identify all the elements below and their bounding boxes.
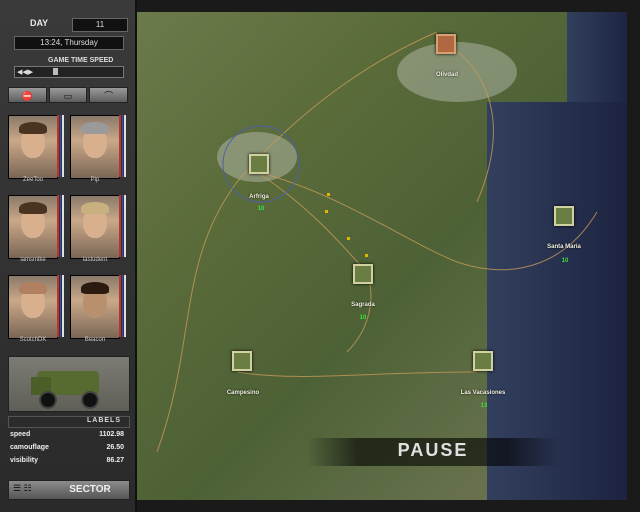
pause-banner[interactable]: PAUSE — [307, 438, 559, 466]
merc-status-bars — [119, 115, 127, 177]
time-display: 13:24, Thursday — [14, 36, 124, 50]
stat-row: visibility 86.27 — [8, 455, 128, 467]
day-label: DAY — [30, 18, 49, 28]
town-marker[interactable] — [554, 206, 574, 226]
road-network — [156, 31, 598, 453]
sector-button[interactable]: SECTOR — [53, 481, 127, 499]
vehicle-view[interactable] — [8, 356, 130, 412]
speed-label: GAME TIME SPEED — [48, 57, 114, 64]
merc-name: Beacon — [84, 337, 106, 343]
speed-thumb[interactable] — [53, 68, 58, 75]
sleep-alt-icon: ⌒ — [104, 91, 114, 101]
merc-card[interactable]: ZeeToo — [8, 115, 65, 185]
route-waypoint — [347, 237, 350, 240]
merc-card[interactable]: Beacon — [70, 275, 127, 345]
stat-name: camouflage — [10, 444, 49, 451]
labels-header[interactable]: LABELS — [8, 416, 130, 428]
route-waypoint — [325, 210, 328, 213]
merc-status-bars — [57, 115, 65, 177]
stat-row: speed 1102.98 — [8, 429, 128, 441]
town-label: Arfriga — [249, 194, 269, 200]
stat-name: speed — [10, 431, 31, 438]
town-label: Campesino — [226, 390, 260, 396]
merc-name: Pip — [90, 177, 100, 183]
town-value: 10 — [561, 258, 569, 264]
route-waypoint — [327, 193, 330, 196]
town-label: Sagrada — [351, 302, 375, 308]
merc-portrait[interactable] — [70, 115, 120, 179]
merc-portrait[interactable] — [70, 275, 120, 339]
route-waypoint — [365, 254, 368, 257]
stop-icon: ⛔ — [21, 91, 33, 101]
stop-button[interactable]: ⛔ — [8, 87, 47, 103]
merc-portrait[interactable] — [8, 115, 58, 179]
merc-status-bars — [57, 195, 65, 257]
merc-name: iastudent — [82, 257, 108, 263]
town-value: 10 — [257, 206, 265, 212]
sleep-button[interactable]: ▭ — [48, 87, 88, 103]
merc-card[interactable]: iastudent — [70, 195, 127, 265]
wheel-icon — [39, 391, 57, 409]
town-marker[interactable] — [436, 34, 456, 54]
left-panel: DAY 11 13:24, Thursday GAME TIME SPEED ◀… — [0, 0, 137, 512]
town-marker[interactable] — [249, 154, 269, 174]
wake-button[interactable]: ⌒ — [89, 87, 129, 103]
town-label: Las Vacasiones — [460, 390, 506, 396]
town-marker[interactable] — [473, 351, 493, 371]
merc-portrait[interactable] — [8, 275, 58, 339]
stat-row: camouflage 26.50 — [8, 442, 128, 454]
town-value: 13 — [480, 403, 488, 409]
merc-status-bars — [57, 275, 65, 337]
merc-card[interactable]: ScotchDK — [8, 275, 65, 345]
sleep-icon: ▭ — [63, 91, 73, 101]
town-label: Olivdad — [435, 72, 459, 78]
merc-name: ScotchDK — [19, 337, 47, 343]
town-marker[interactable] — [232, 351, 252, 371]
speed-arrows-icon[interactable]: ◀◀▶ — [17, 68, 33, 76]
labels-title: LABELS — [87, 417, 121, 424]
pause-text: PAUSE — [397, 440, 469, 460]
game-speed-slider[interactable]: ◀◀▶ — [14, 66, 124, 78]
merc-name: ZeeToo — [22, 177, 43, 183]
strategic-map[interactable]: Olivdad Arfriga 10 Santa Maria 10 Sagrad… — [137, 12, 627, 500]
wheel-icon — [81, 391, 99, 409]
list-icon[interactable]: ☰ ☷ — [13, 483, 47, 497]
town-value: 10 — [359, 315, 367, 321]
merc-card[interactable]: Pip — [70, 115, 127, 185]
merc-portrait[interactable] — [8, 195, 58, 259]
stat-name: visibility — [10, 457, 39, 464]
day-row: DAY 11 — [8, 18, 128, 32]
bottom-bar: ☰ ☷ SECTOR — [8, 480, 130, 500]
merc-portrait[interactable] — [70, 195, 120, 259]
stat-value: 26.50 — [106, 444, 124, 451]
town-label: Santa Maria — [547, 244, 581, 250]
day-value: 11 — [72, 18, 128, 32]
town-marker[interactable] — [353, 264, 373, 284]
merc-name: iamsmike — [20, 257, 46, 263]
stat-value: 1102.98 — [99, 431, 124, 438]
merc-status-bars — [119, 195, 127, 257]
stat-value: 86.27 — [106, 457, 124, 464]
merc-status-bars — [119, 275, 127, 337]
action-buttons: ⛔ ▭ ⌒ — [8, 87, 129, 103]
merc-card[interactable]: iamsmike — [8, 195, 65, 265]
